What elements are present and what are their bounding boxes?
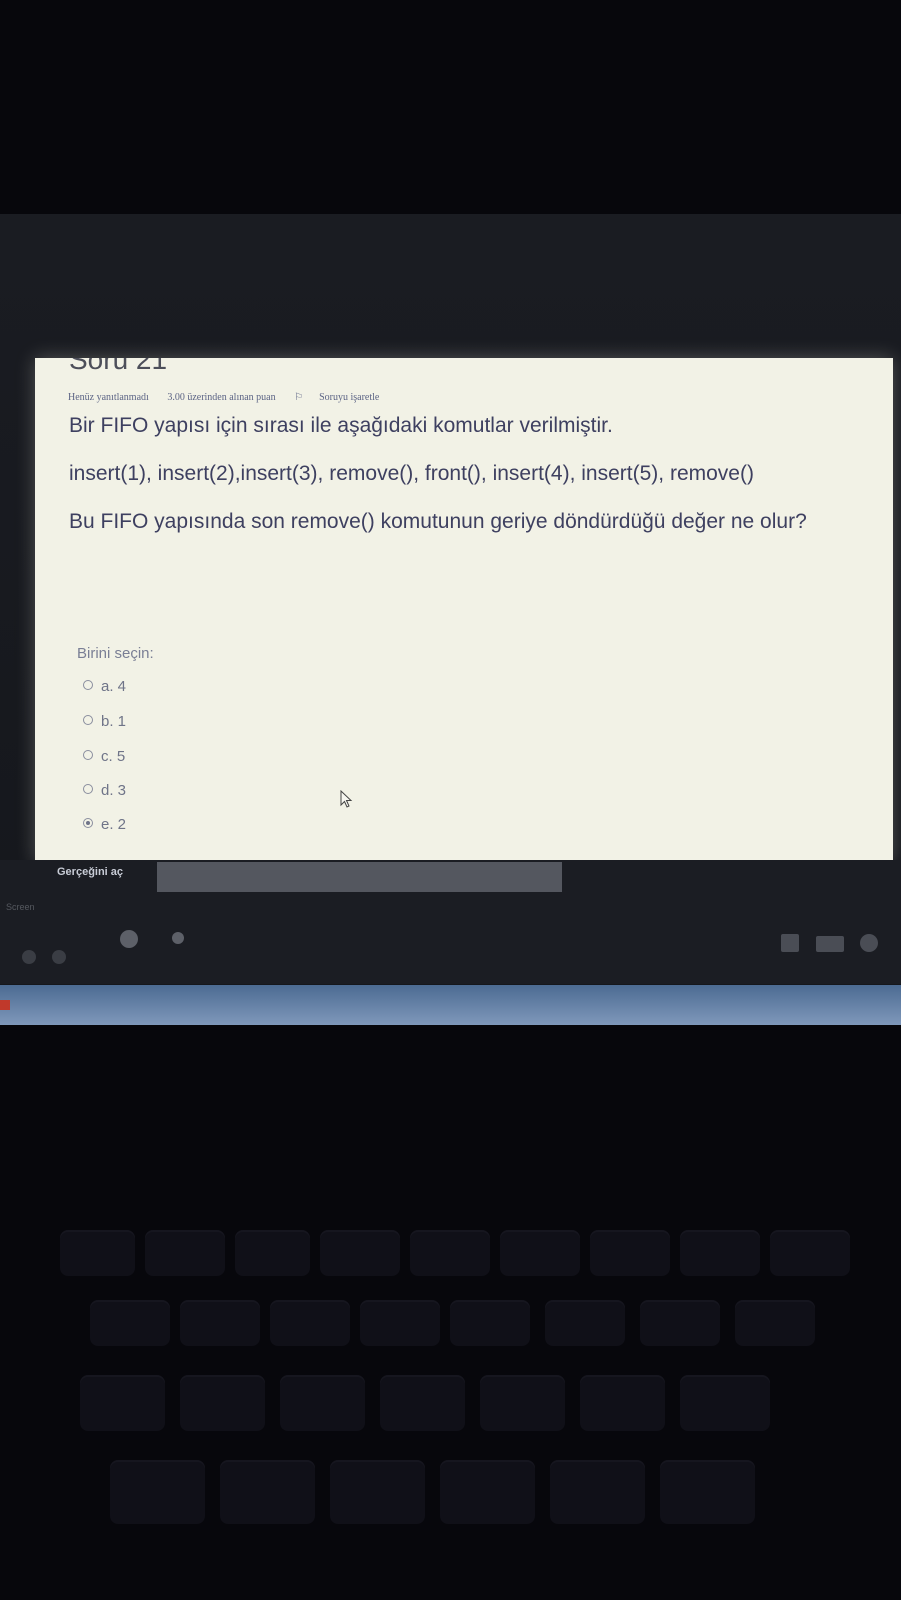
keyboard-key — [90, 1300, 170, 1346]
keyboard-key — [545, 1300, 625, 1346]
keyboard-key — [450, 1300, 530, 1346]
flag-icon: ⚐ — [294, 392, 304, 403]
answer-option-e[interactable]: e. 2 — [83, 816, 126, 833]
keyboard-key — [580, 1375, 665, 1431]
keyboard-key — [270, 1300, 350, 1346]
screen-label: Screen — [6, 902, 35, 912]
emoji-icon[interactable] — [860, 934, 878, 952]
keyboard-key — [145, 1230, 225, 1276]
flag-label: Soruyu işaretle — [319, 392, 380, 403]
choose-one-label: Birini seçin: — [77, 645, 154, 662]
keyboard-key — [330, 1460, 425, 1524]
answer-option-c[interactable]: c. 5 — [83, 748, 125, 765]
keyboard-key — [410, 1230, 490, 1276]
answer-option-b[interactable]: b. 1 — [83, 713, 126, 730]
record-icon — [0, 1000, 10, 1010]
keyboard-key — [680, 1375, 770, 1431]
question-text-line-3: Bu FIFO yapısında son remove() komutunun… — [69, 510, 807, 533]
keyboard-key — [360, 1300, 440, 1346]
window-taskbar-blue — [0, 985, 901, 1025]
radio-icon-selected[interactable] — [83, 818, 93, 828]
question-info: Henüz yanıtlanmadı 3.00 üzerinden alınan… — [68, 392, 411, 403]
gift-icon[interactable] — [781, 934, 799, 952]
keyboard-key — [640, 1300, 720, 1346]
keyboard-key — [735, 1300, 815, 1346]
keyboard-key — [550, 1460, 645, 1524]
radio-icon[interactable] — [83, 715, 93, 725]
answer-option-d[interactable]: d. 3 — [83, 782, 126, 799]
keyboard-key — [770, 1230, 850, 1276]
keyboard-key — [235, 1230, 310, 1276]
taskbar-app-label[interactable]: Gerçeğini aç — [57, 866, 123, 878]
keyboard — [0, 1160, 901, 1600]
keyboard-key — [680, 1230, 760, 1276]
gif-icon[interactable] — [816, 936, 844, 952]
keyboard-key — [80, 1375, 165, 1431]
keyboard-key — [60, 1230, 135, 1276]
question-status: Henüz yanıtlanmadı — [68, 392, 149, 403]
cursor-icon — [340, 790, 353, 808]
flag-question-link[interactable]: ⚐ Soruyu işaretle — [294, 392, 395, 403]
keyboard-key — [220, 1460, 315, 1524]
keyboard-key — [380, 1375, 465, 1431]
keyboard-key — [480, 1375, 565, 1431]
taskbar-panel — [157, 862, 562, 892]
keyboard-key — [660, 1460, 755, 1524]
gear-icon[interactable] — [52, 950, 66, 964]
headset-icon[interactable] — [22, 950, 36, 964]
keyboard-key — [440, 1460, 535, 1524]
radio-icon[interactable] — [83, 784, 93, 794]
keyboard-key — [180, 1375, 265, 1431]
tray-dot-icon[interactable] — [172, 932, 184, 944]
keyboard-key — [500, 1230, 580, 1276]
question-title: Soru 21 — [69, 358, 168, 375]
keyboard-key — [280, 1375, 365, 1431]
keyboard-key — [180, 1300, 260, 1346]
radio-icon[interactable] — [83, 680, 93, 690]
question-text-line-2: insert(1), insert(2),insert(3), remove()… — [69, 462, 754, 485]
keyboard-key — [320, 1230, 400, 1276]
answer-option-a[interactable]: a. 4 — [83, 678, 126, 695]
question-text-line-1: Bir FIFO yapısı için sırası ile aşağıdak… — [69, 414, 613, 437]
question-points: 3.00 üzerinden alınan puan — [167, 392, 276, 403]
tray-circle-icon[interactable] — [120, 930, 138, 948]
keyboard-key — [110, 1460, 205, 1524]
keyboard-key — [590, 1230, 670, 1276]
radio-icon[interactable] — [83, 750, 93, 760]
quiz-question-panel: Soru 21 Henüz yanıtlanmadı 3.00 üzerinde… — [35, 358, 893, 863]
